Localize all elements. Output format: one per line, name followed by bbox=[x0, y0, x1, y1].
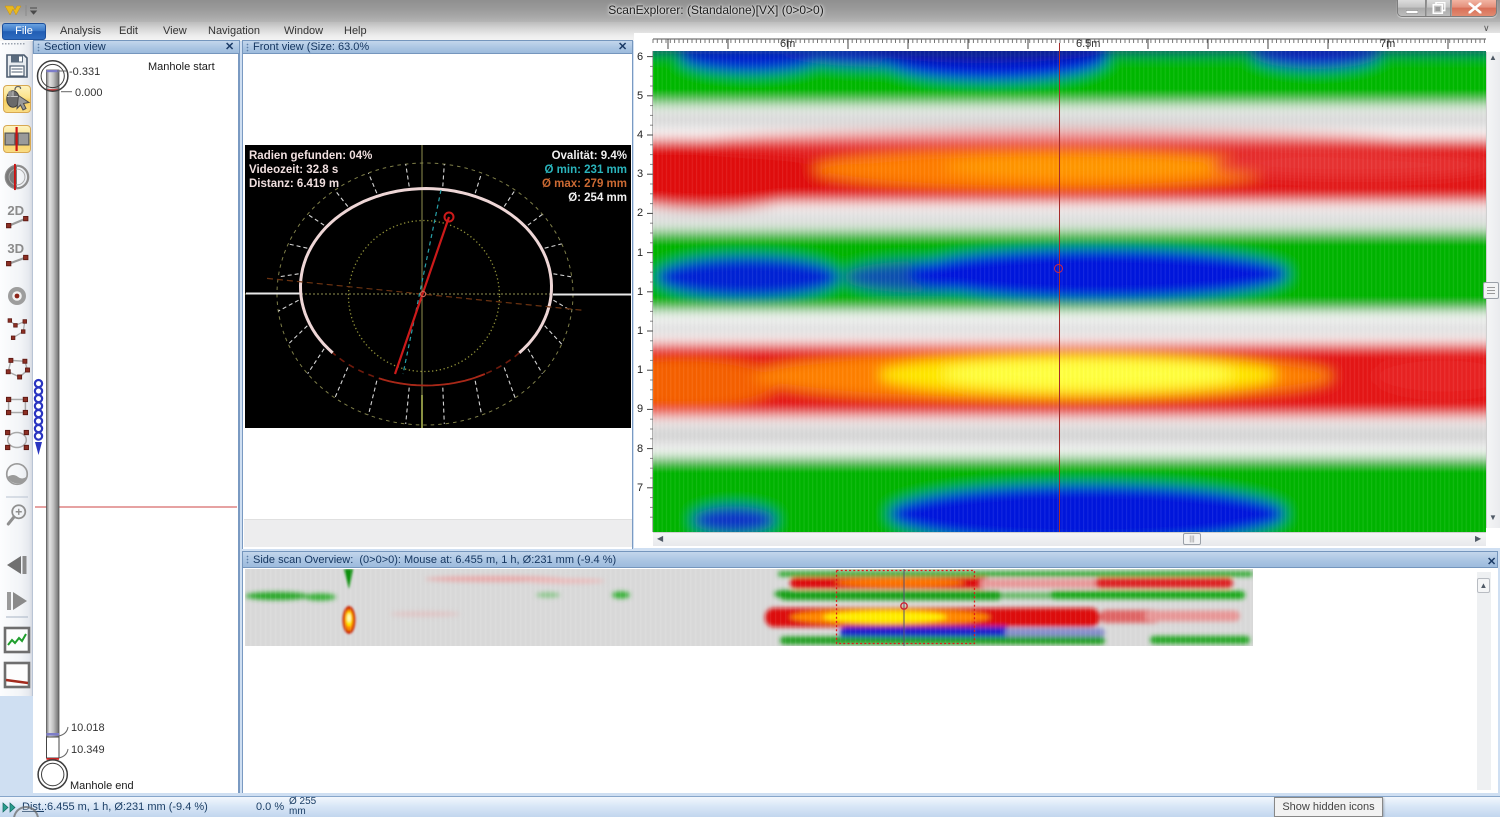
svg-text:0.000: 0.000 bbox=[75, 87, 103, 99]
svg-text:10.018: 10.018 bbox=[71, 722, 105, 734]
svg-text:Ø min: 231 mm: Ø min: 231 mm bbox=[545, 164, 627, 176]
svg-text:3D: 3D bbox=[7, 241, 24, 256]
svg-text:Manhole start: Manhole start bbox=[148, 61, 215, 73]
svg-text:Ovalität: 9.4%: Ovalität: 9.4% bbox=[552, 150, 627, 162]
svg-text:2D: 2D bbox=[7, 203, 24, 218]
svg-text:Ø: 254 mm: Ø: 254 mm bbox=[568, 192, 627, 204]
svg-text:Manhole end: Manhole end bbox=[70, 780, 134, 792]
svg-text:Ø max: 279 mm: Ø max: 279 mm bbox=[542, 178, 627, 190]
svg-text:10.349: 10.349 bbox=[71, 744, 105, 756]
svg-text:-0.331: -0.331 bbox=[69, 66, 100, 78]
svg-text:Radien gefunden: 04%: Radien gefunden: 04% bbox=[249, 150, 372, 162]
svg-text:Distanz: 6.419 m: Distanz: 6.419 m bbox=[249, 178, 339, 190]
svg-text:Videozeit: 32.8 s: Videozeit: 32.8 s bbox=[249, 164, 338, 176]
